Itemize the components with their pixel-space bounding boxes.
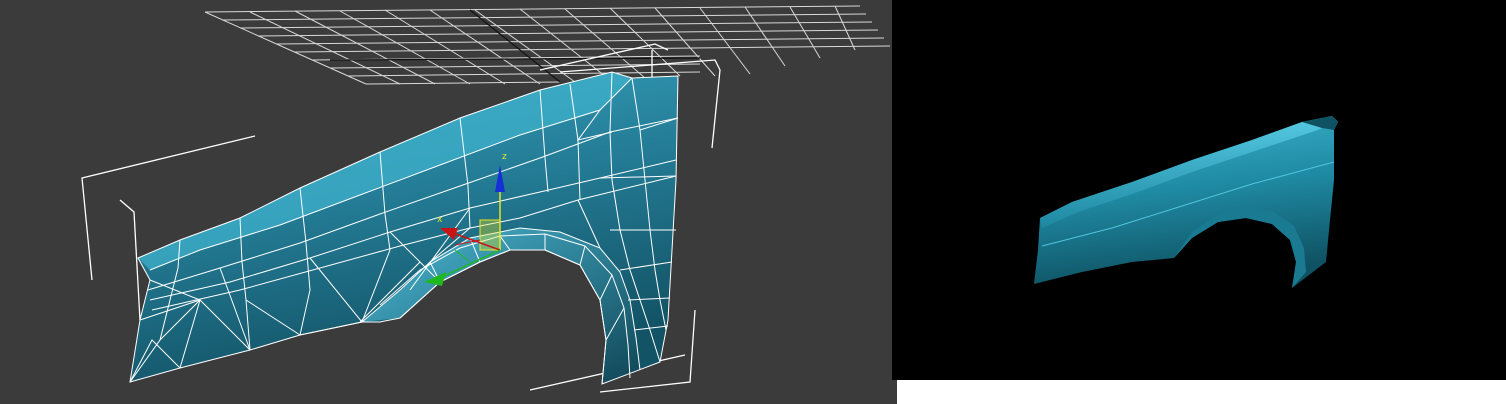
viewport-canvas[interactable]: z x (0, 0, 897, 404)
gizmo-x-label: x (437, 215, 443, 225)
gizmo-xz-plane[interactable] (479, 219, 501, 251)
perspective-viewport[interactable]: z x (0, 0, 897, 404)
render-canvas (1034, 116, 1338, 288)
home-grid (204, 5, 891, 85)
rendered-fender (1034, 116, 1338, 288)
render-viewport[interactable] (892, 0, 1506, 380)
fender-mesh[interactable] (129, 71, 679, 385)
gizmo-z-label: z (502, 152, 507, 162)
